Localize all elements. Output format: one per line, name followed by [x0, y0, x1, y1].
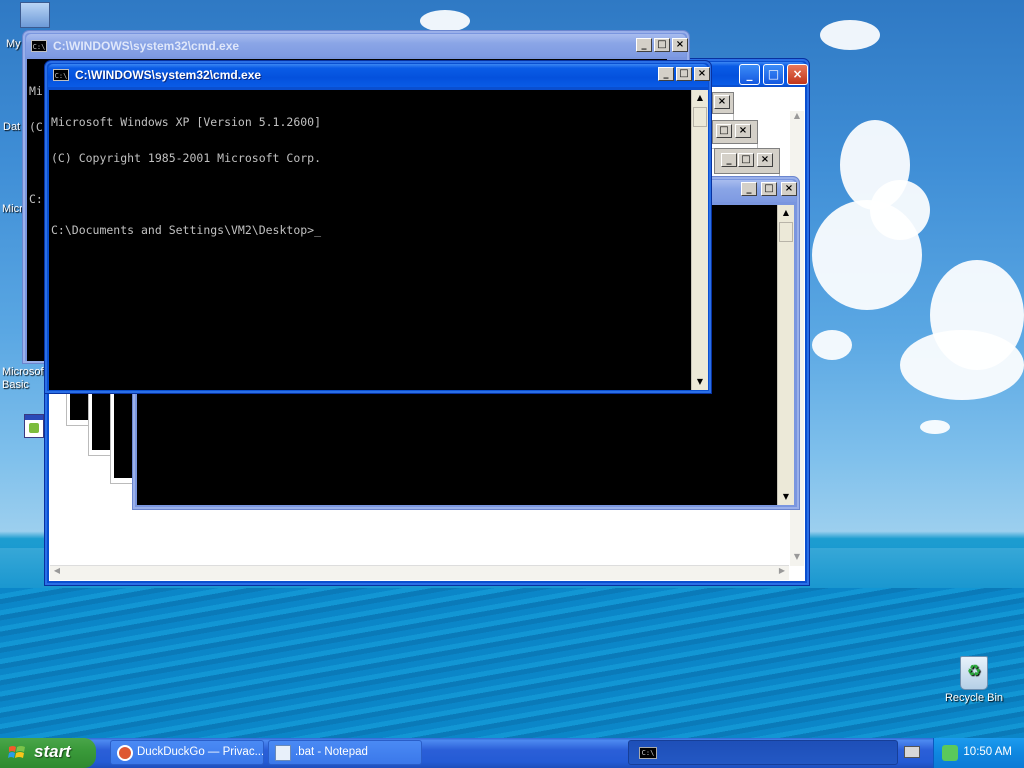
maximize-button[interactable]: □ — [654, 38, 670, 52]
vertical-scrollbar[interactable]: ▲ ▼ — [777, 205, 794, 505]
window-title: C:\WINDOWS\system32\cmd.exe — [75, 68, 262, 82]
close-button[interactable]: × — [694, 67, 710, 81]
desktop-icon-program[interactable] — [24, 414, 46, 440]
clock[interactable]: 10:50 AM — [963, 746, 1012, 758]
minimize-button[interactable]: _ — [739, 64, 760, 85]
scroll-down-arrow[interactable]: ▼ — [778, 489, 794, 505]
cmd-icon: C:\ — [53, 69, 69, 81]
desktop-icon-recycle-bin[interactable]: ♻ Recycle Bin — [942, 656, 1006, 704]
minimize-button[interactable]: _ — [658, 67, 674, 81]
cmd-icon: C:\ — [639, 747, 657, 759]
minimize-button[interactable]: _ — [636, 38, 652, 52]
network-icon[interactable] — [942, 745, 958, 761]
maximize-button[interactable]: □ — [761, 182, 777, 196]
console-line: (C) Copyright 1985-2001 Microsoft Corp. — [51, 151, 322, 165]
scroll-up-arrow[interactable]: ▲ — [778, 205, 794, 221]
start-button[interactable]: start — [0, 738, 96, 768]
start-label: start — [34, 742, 71, 761]
console-output[interactable]: Microsoft Windows XP [Version 5.1.2600] … — [49, 90, 691, 390]
notepad-icon — [275, 745, 291, 761]
maximize-button[interactable]: □ — [716, 124, 732, 138]
scroll-down-arrow[interactable]: ▼ — [790, 552, 804, 566]
close-button[interactable]: × — [757, 153, 773, 167]
window-title: C:\WINDOWS\system32\cmd.exe — [53, 39, 240, 53]
cascaded-buttons-3: _ □ × — [714, 148, 780, 174]
console-line: Microsoft Windows XP [Version 5.1.2600] — [51, 115, 322, 129]
system-tray: 10:50 AM — [933, 738, 1024, 768]
keyboard-icon[interactable] — [904, 746, 920, 758]
horizontal-scrollbar[interactable]: ◀ ▶ — [50, 565, 789, 580]
close-button[interactable]: × — [735, 124, 751, 138]
scroll-thumb[interactable] — [779, 222, 793, 242]
taskbar-button-cmd[interactable]: C:\ — [628, 740, 898, 765]
cascaded-buttons-1: × — [712, 92, 734, 114]
scroll-right-arrow[interactable]: ▶ — [775, 566, 789, 580]
desktop-icon-my-computer[interactable]: My — [0, 2, 50, 50]
computer-icon — [20, 2, 50, 28]
program-icon — [24, 414, 44, 438]
cascaded-buttons-2: □ × — [712, 120, 758, 144]
close-button[interactable]: × — [672, 38, 688, 52]
vertical-scrollbar[interactable]: ▲ ▼ — [691, 90, 708, 390]
console-prompt[interactable]: C:\Documents and Settings\VM2\Desktop>_ — [51, 224, 691, 236]
windows-logo-icon — [8, 746, 25, 758]
cmd-window-front[interactable]: C:\ C:\WINDOWS\system32\cmd.exe _ □ × Mi… — [44, 60, 712, 394]
minimize-button[interactable]: _ — [741, 182, 757, 196]
maximize-button[interactable]: □ — [676, 67, 692, 81]
duckduckgo-icon — [117, 745, 133, 761]
maximize-button[interactable]: □ — [763, 64, 784, 85]
close-button[interactable]: × — [714, 95, 730, 109]
minimize-button[interactable]: _ — [721, 153, 737, 167]
close-button[interactable]: × — [781, 182, 797, 196]
scroll-thumb[interactable] — [693, 107, 707, 127]
cmd-icon: C:\ — [31, 40, 47, 52]
taskbar: start DuckDuckGo — Privac... .bat - Note… — [0, 738, 1024, 768]
scroll-down-arrow[interactable]: ▼ — [692, 374, 708, 390]
scroll-left-arrow[interactable]: ◀ — [50, 566, 64, 580]
maximize-button[interactable]: □ — [738, 153, 754, 167]
taskbar-button-notepad[interactable]: .bat - Notepad — [268, 740, 422, 765]
scroll-up-arrow[interactable]: ▲ — [790, 111, 804, 125]
recycle-bin-icon: ♻ — [960, 656, 988, 690]
close-button[interactable]: × — [787, 64, 808, 85]
taskbar-button-duckduckgo[interactable]: DuckDuckGo — Privac... — [110, 740, 264, 765]
scroll-up-arrow[interactable]: ▲ — [692, 90, 708, 106]
